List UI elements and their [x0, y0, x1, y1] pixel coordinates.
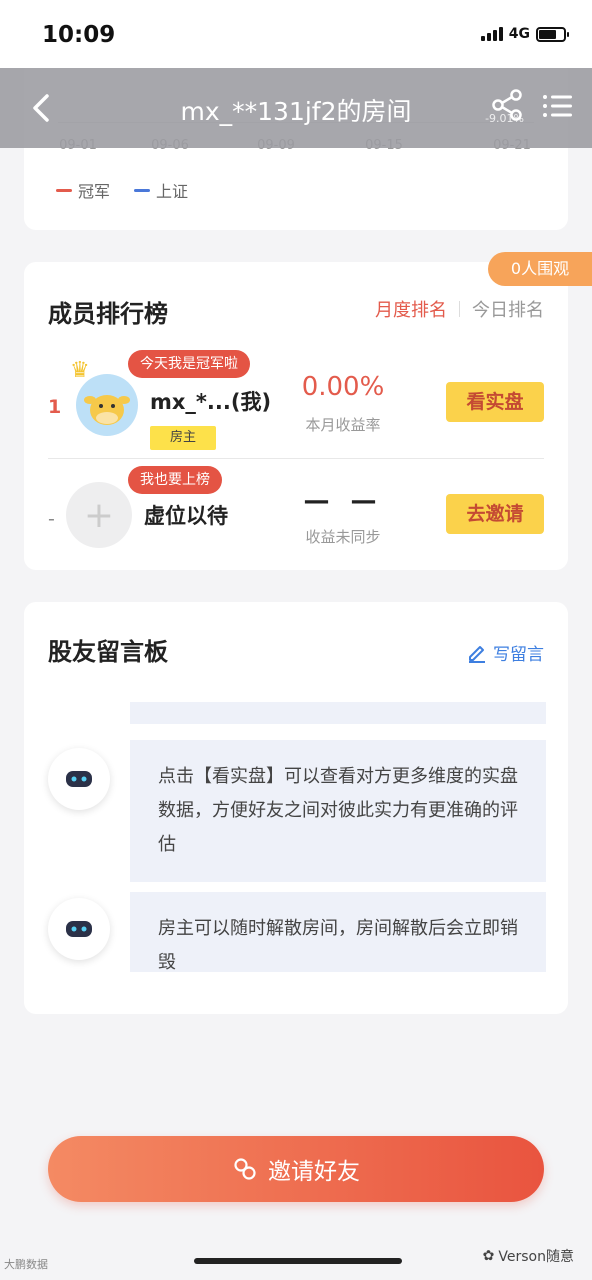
- ranking-row: 1 ♛ 今天我是冠军啦 mx_*...(我) 房主 0.00% 本月收益率 看实…: [24, 348, 568, 458]
- cow-avatar-icon: [84, 395, 130, 425]
- tab-daily-rank[interactable]: 今日排名: [472, 296, 544, 322]
- monthly-return-value: 0.00%: [301, 372, 385, 402]
- watcher-count-badge: 0人围观: [488, 252, 592, 286]
- invite-friends-button[interactable]: 邀请好友: [48, 1136, 544, 1202]
- message-board-title: 股友留言板: [48, 638, 168, 666]
- legend-swatch: [56, 188, 72, 192]
- chart-legend: 冠军 上证: [56, 178, 188, 202]
- plus-icon: +: [83, 494, 115, 536]
- legend-label: 冠军: [78, 182, 111, 201]
- message-bubble-partial: [130, 702, 546, 724]
- legend-label: 上证: [156, 182, 189, 201]
- robot-avatar: [48, 898, 110, 960]
- nav-bar: mx_**131jf2的房间 -9.01%: [0, 68, 592, 148]
- member-name: mx_*...(我): [150, 390, 272, 414]
- rank-number: -: [48, 508, 55, 530]
- list-menu-icon: [543, 95, 572, 117]
- invite-friends-label: 邀请好友: [268, 1159, 360, 1185]
- avatar[interactable]: [76, 374, 138, 436]
- message-bubble: 房主可以随时解散房间，房间解散后会立即销毁: [130, 892, 546, 972]
- legend-swatch: [134, 188, 151, 192]
- battery-icon: [536, 26, 569, 42]
- view-portfolio-button[interactable]: 看实盘: [446, 382, 544, 422]
- return-value-placeholder: — —: [303, 486, 383, 516]
- wechat-icon: ✿: [482, 1248, 495, 1264]
- robot-avatar: [48, 748, 110, 810]
- link-icon: [234, 1158, 256, 1180]
- message-bubble: 点击【看实盘】可以查看对方更多维度的实盘数据，方便好友之间对彼此实力有更准确的评…: [130, 740, 546, 882]
- write-message-button[interactable]: 写留言: [467, 640, 544, 665]
- ranking-title: 成员排行榜: [48, 300, 168, 328]
- robot-icon: [66, 771, 92, 787]
- network-type: 4G: [508, 26, 530, 42]
- signal-icon: [480, 27, 503, 41]
- return-status-label: 收益未同步: [305, 528, 381, 546]
- tab-monthly-rank[interactable]: 月度排名: [375, 296, 447, 322]
- crown-icon: ♛: [70, 358, 90, 383]
- message-board-card: 股友留言板 写留言 点击【看实盘】可以查看对方更多维度的实盘数据，方便好友之间对…: [24, 602, 568, 1014]
- nav-change-readout: -9.01%: [485, 112, 524, 125]
- invite-member-button[interactable]: 去邀请: [446, 494, 544, 534]
- ranking-tabs: 月度排名 今日排名: [375, 296, 544, 322]
- legend-item-index: 上证: [134, 178, 188, 202]
- watermark-left: 大鹏数据: [4, 1258, 48, 1271]
- ranking-row: - + 我也要上榜 虚位以待 — — 收益未同步 去邀请: [24, 460, 568, 570]
- menu-button[interactable]: [542, 90, 574, 124]
- write-message-label: 写留言: [493, 645, 544, 665]
- empty-avatar: +: [66, 482, 132, 548]
- watermark-right: ✿ Verson随意: [483, 1246, 574, 1266]
- status-time: 10:09: [42, 22, 116, 48]
- rank-number: 1: [48, 396, 62, 418]
- pencil-icon: [469, 645, 485, 663]
- status-indicators: 4G: [480, 26, 569, 42]
- ranking-card: 成员排行榜 月度排名 今日排名 1 ♛ 今天我是冠军啦 mx_*...(我) 房…: [24, 262, 568, 570]
- legend-item-champion: 冠军: [56, 178, 110, 202]
- watermark-right-label: Verson随意: [498, 1249, 574, 1265]
- tab-divider: [459, 301, 460, 317]
- status-bubble: 今天我是冠军啦: [128, 350, 250, 378]
- owner-badge: 房主: [150, 426, 216, 450]
- home-indicator: [194, 1258, 402, 1264]
- member-name: 虚位以待: [144, 504, 228, 528]
- row-divider: [48, 458, 544, 459]
- status-bubble: 我也要上榜: [128, 466, 222, 494]
- status-bar: 10:09 4G: [0, 0, 592, 68]
- monthly-return-label: 本月收益率: [305, 416, 381, 434]
- robot-icon: [66, 921, 92, 937]
